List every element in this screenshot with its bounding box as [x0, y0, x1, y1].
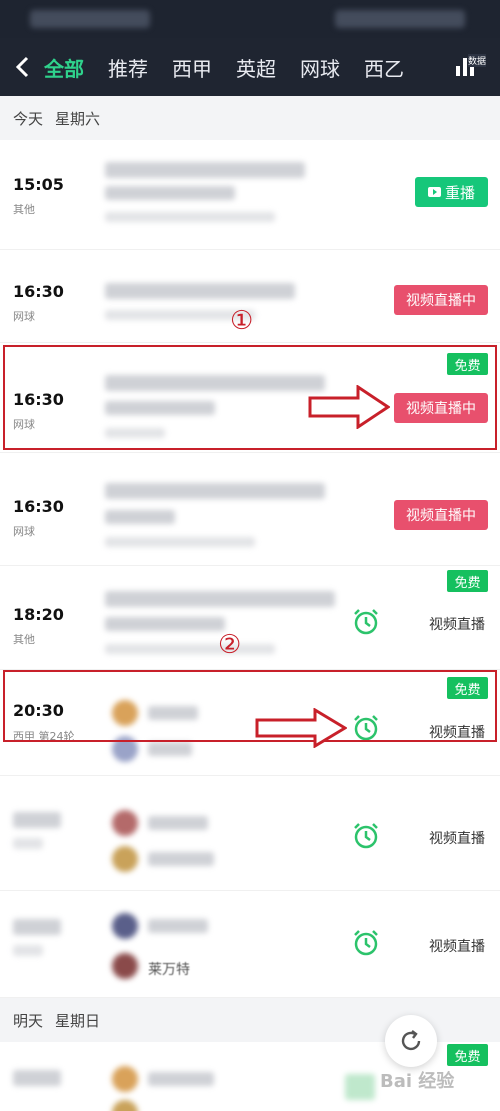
- match-league: 其他: [13, 633, 35, 646]
- free-badge: 免费: [447, 1044, 488, 1066]
- refresh-icon: [401, 1030, 421, 1051]
- tab-laliga[interactable]: 西甲: [172, 53, 212, 82]
- team-logo: [112, 846, 138, 872]
- status-bar: [0, 0, 500, 38]
- blurred-team-name: [148, 742, 192, 756]
- match-time: 16:30: [13, 497, 64, 516]
- match-time: 16:30: [13, 282, 64, 301]
- section-weekday: 星期六: [55, 109, 101, 128]
- blurred-league: [13, 838, 43, 849]
- match-row[interactable]: 视频直播: [0, 776, 500, 891]
- tab-tennis[interactable]: 网球: [300, 53, 340, 82]
- status-bar-right-blur: [335, 10, 465, 28]
- blurred-title: [105, 591, 335, 607]
- arrow-right-icon: [308, 385, 390, 429]
- replay-button[interactable]: 重播: [415, 177, 488, 207]
- free-badge: 免费: [447, 570, 488, 592]
- alarm-clock-icon[interactable]: [352, 929, 380, 957]
- team-logo: [112, 953, 138, 979]
- alarm-clock-icon[interactable]: [352, 822, 380, 850]
- refresh-button[interactable]: [385, 1015, 437, 1067]
- blurred-meta: [105, 537, 255, 547]
- blurred-title: [105, 483, 325, 499]
- tab-premier-league[interactable]: 英超: [236, 53, 276, 82]
- replay-label: 重播: [444, 183, 475, 202]
- video-live-label: 视频直播: [429, 831, 485, 847]
- live-button[interactable]: 视频直播中: [394, 285, 488, 315]
- match-row[interactable]: 16:30 网球 视频直播中: [0, 453, 500, 566]
- blurred-title: [105, 162, 305, 178]
- section-day: 明天: [13, 1011, 44, 1030]
- tab-recommended[interactable]: 推荐: [108, 53, 148, 82]
- category-nav-bar: 全部 推荐 西甲 英超 网球 西乙 数据: [0, 38, 500, 96]
- annotation-marker-1: ①: [230, 306, 254, 336]
- blurred-subtitle: [105, 186, 235, 200]
- watermark: Bai 经验: [380, 1071, 455, 1092]
- blurred-meta: [105, 212, 275, 222]
- team-name: 莱万特: [148, 962, 190, 978]
- match-row[interactable]: 15:05 其他 重播: [0, 140, 500, 250]
- video-live-label: 视频直播: [429, 939, 485, 955]
- annotation-marker-2: ②: [218, 630, 242, 660]
- data-button[interactable]: 数据: [448, 44, 488, 90]
- team-logo: [112, 810, 138, 836]
- team-logo: [112, 1100, 138, 1111]
- highlight-box: [3, 670, 497, 742]
- status-bar-left-blur: [30, 10, 150, 28]
- blurred-time: [13, 812, 61, 828]
- blurred-league: [13, 945, 43, 956]
- blurred-meta: [105, 644, 275, 654]
- team-logo: [112, 1066, 138, 1092]
- section-weekday: 星期日: [55, 1011, 101, 1030]
- blurred-alarm: [345, 1074, 375, 1100]
- match-league: 网球: [13, 310, 35, 323]
- arrow-right-icon: [255, 708, 347, 748]
- blurred-team-name: [148, 919, 208, 933]
- match-row[interactable]: 免费 18:20 其他 视频直播: [0, 566, 500, 670]
- data-label: 数据: [468, 54, 487, 67]
- play-icon: [427, 187, 441, 197]
- team-logo: [112, 913, 138, 939]
- blurred-team-name: [148, 852, 214, 866]
- chevron-left-icon: [15, 56, 29, 78]
- section-day: 今天: [13, 109, 44, 128]
- match-row[interactable]: 莱万特 视频直播: [0, 891, 500, 998]
- alarm-clock-icon[interactable]: [352, 608, 380, 636]
- back-button[interactable]: [0, 38, 44, 96]
- highlight-box: [3, 345, 497, 450]
- tab-segunda[interactable]: 西乙: [364, 53, 404, 82]
- blurred-team-name: [148, 1072, 214, 1086]
- blurred-team-name: [148, 816, 208, 830]
- live-button[interactable]: 视频直播中: [394, 500, 488, 530]
- section-header-today: 今天 星期六: [0, 96, 500, 140]
- match-league: 网球: [13, 525, 35, 538]
- blurred-time: [13, 1070, 61, 1086]
- blurred-title: [105, 283, 295, 299]
- blurred-time: [13, 919, 61, 935]
- blurred-subtitle: [105, 617, 225, 631]
- tab-all[interactable]: 全部: [44, 53, 84, 82]
- blurred-subtitle: [105, 510, 175, 524]
- match-time: 15:05: [13, 175, 64, 194]
- match-league: 其他: [13, 203, 35, 216]
- match-time: 18:20: [13, 605, 64, 624]
- video-live-label: 视频直播: [429, 617, 485, 633]
